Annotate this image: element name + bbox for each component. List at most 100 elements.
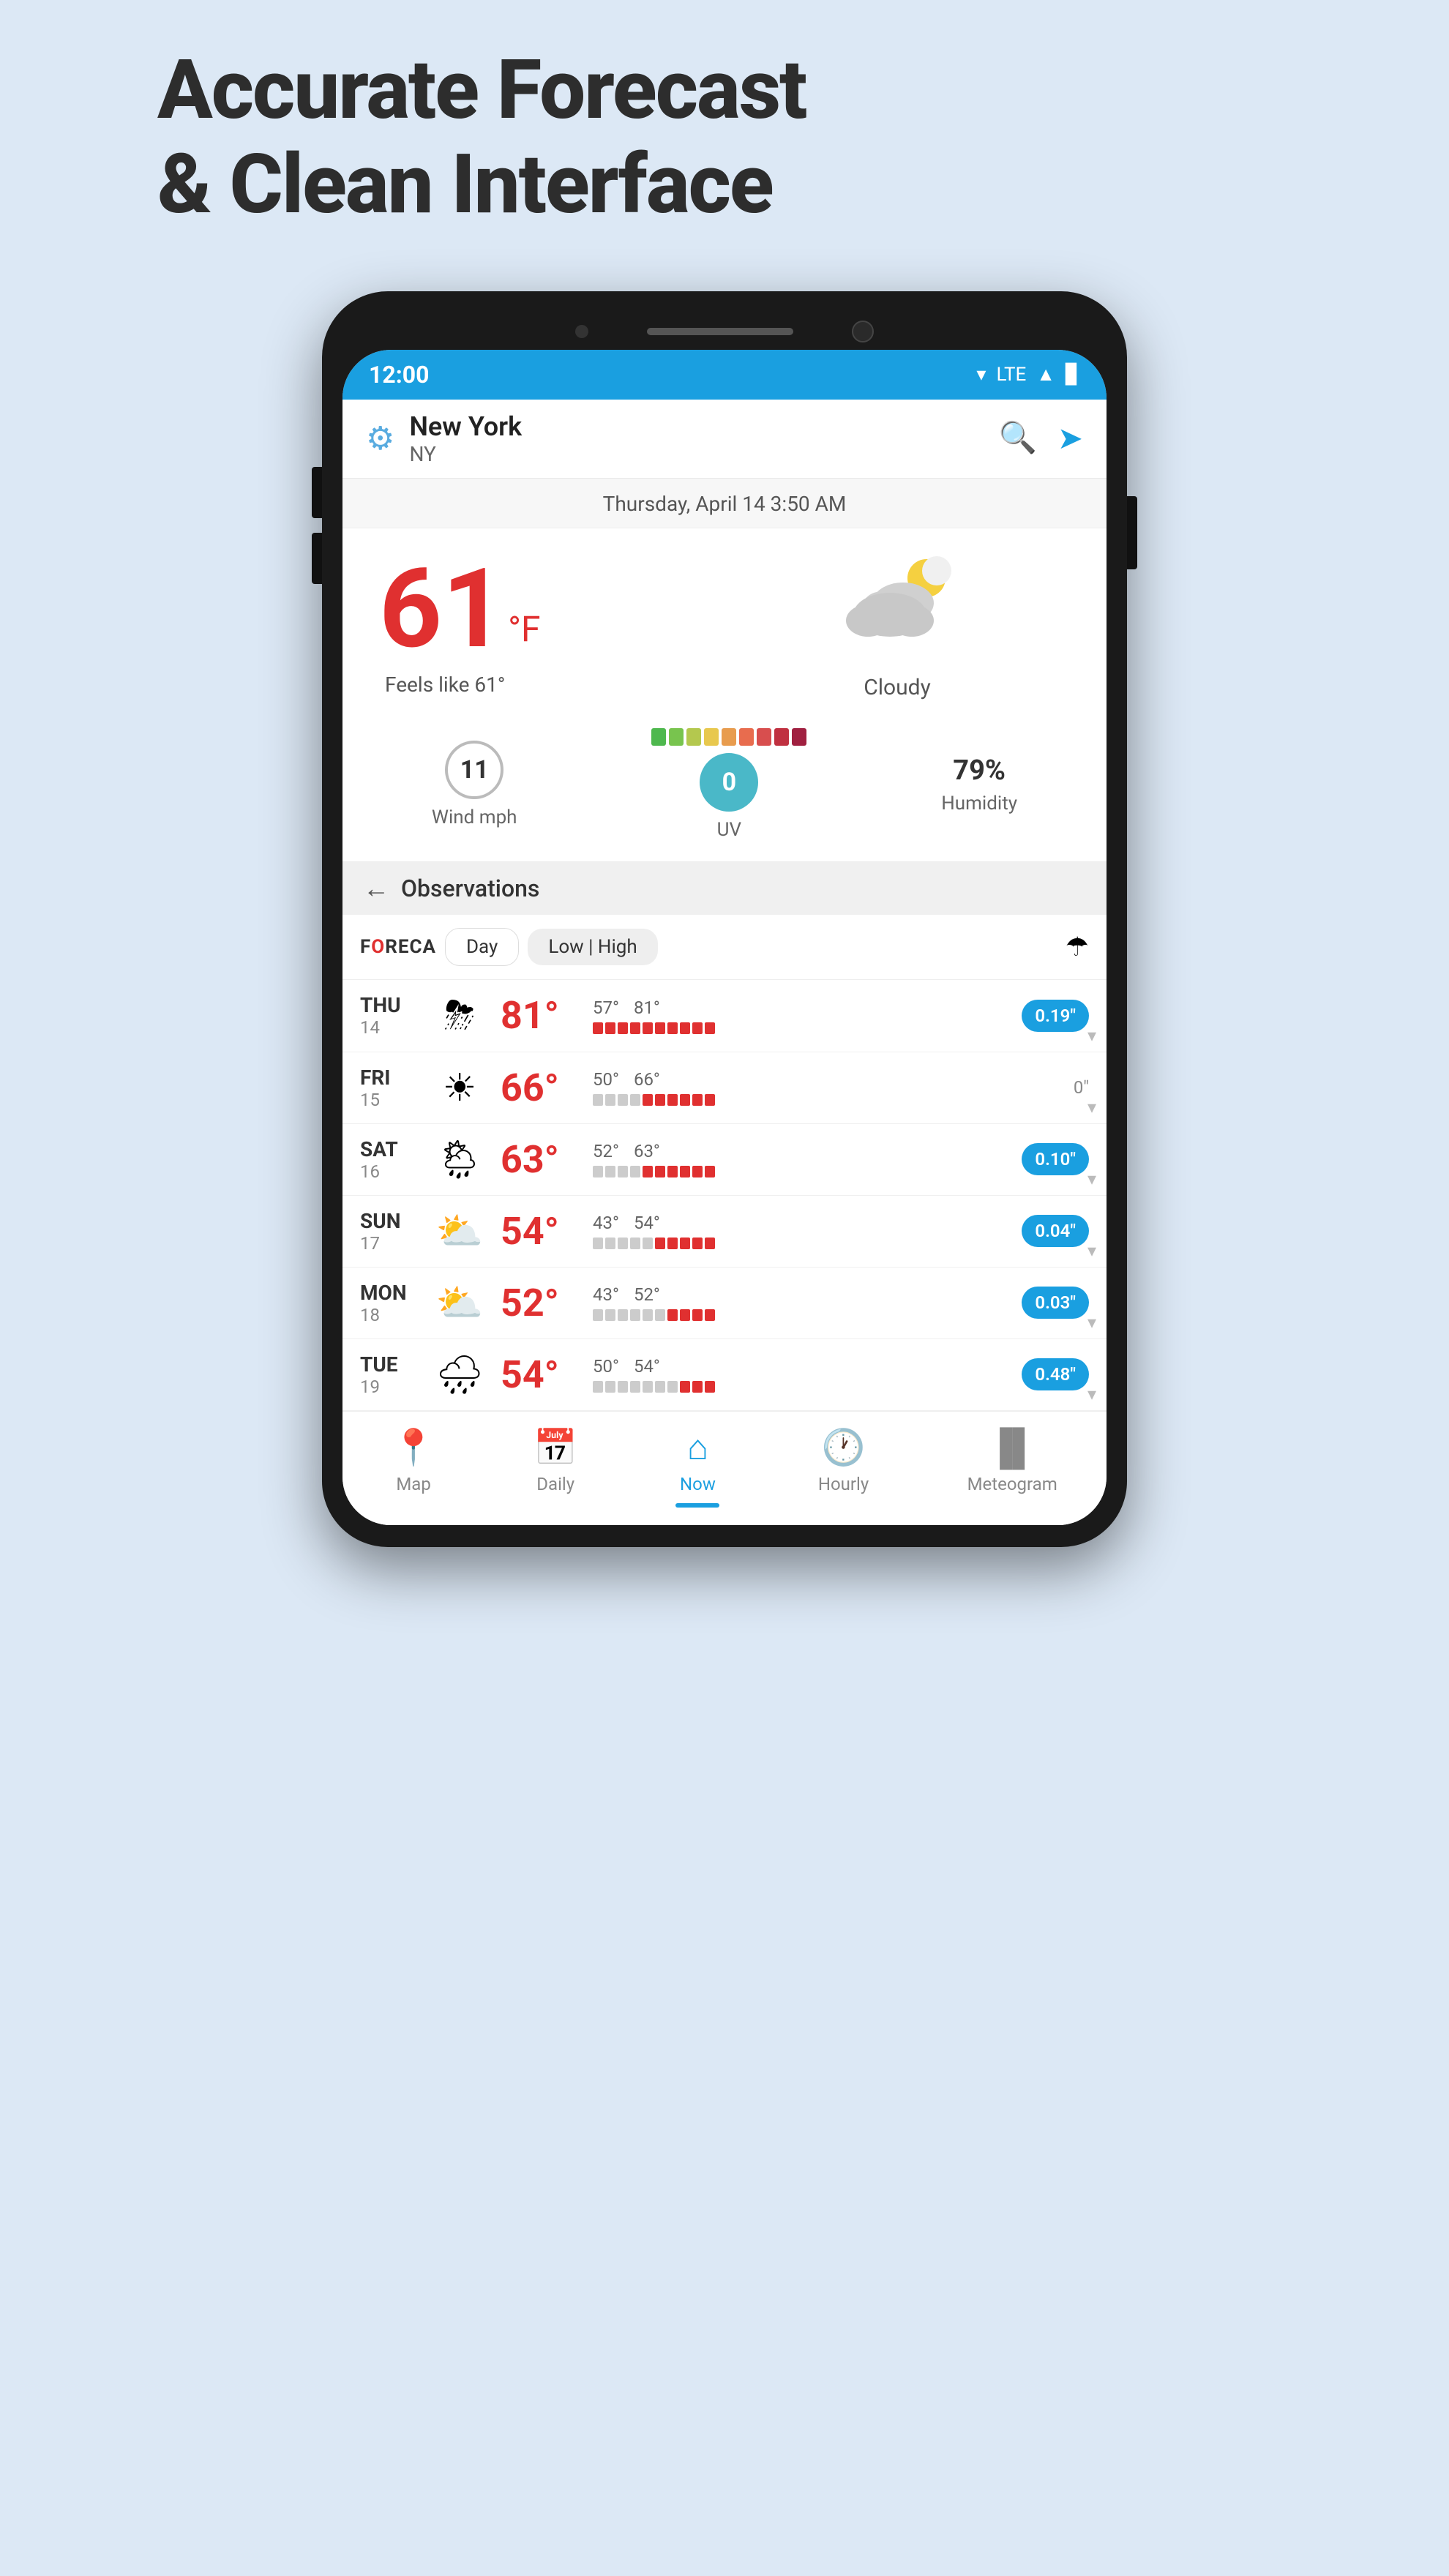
bar-segment-red [655,1166,665,1177]
bar-segment-gray [618,1381,628,1393]
location-info: New York NY [409,411,998,466]
bar-segment-red [618,1022,628,1034]
bar-segment-gray [630,1309,640,1321]
forecast-row[interactable]: THU14⛈81°57°81°0.19"▾ [342,980,1107,1052]
uv-bar [651,728,806,746]
bar-segment-red [667,1166,678,1177]
nav-item-meteogram[interactable]: ▐▌Meteogram [967,1426,1057,1508]
bar-segment-red [680,1238,690,1249]
bar-segment-gray [655,1381,665,1393]
nav-icon-map: 📍 [392,1426,435,1468]
day-number: 15 [360,1090,419,1110]
row-chevron-icon: ▾ [1087,1240,1096,1261]
nav-item-hourly[interactable]: 🕐Hourly [818,1426,869,1508]
tab-day[interactable]: Day [445,928,519,966]
forecast-row[interactable]: MON18⛅52°43°52°0.03"▾ [342,1268,1107,1339]
battery-icon: ▊ [1066,364,1080,386]
notch-speaker [647,328,793,335]
settings-icon[interactable]: ⚙ [366,419,394,457]
volume-buttons [312,467,322,584]
phone-device: 12:00 ▾ LTE ▲ ▊ ⚙ New York NY 🔍 ➤ [322,291,1127,1547]
forecast-row[interactable]: FRI15☀66°50°66°0"▾ [342,1052,1107,1124]
day-column: SUN17 [360,1209,419,1254]
bar-segment-red [605,1022,615,1034]
bar-segment-red [680,1381,690,1393]
observations-label: Observations [401,875,539,902]
bar-segment-red [630,1022,640,1034]
bar-segment-red [680,1309,690,1321]
row-chevron-icon: ▾ [1087,1384,1096,1404]
umbrella-icon: ☂ [1066,932,1089,962]
uv-segment [757,728,771,746]
low-temp: 43° [593,1213,619,1233]
wind-stat: 11 Wind mph [432,741,517,828]
day-name: SUN [360,1209,419,1233]
day-temperature: 54° [501,1209,581,1254]
temperature-display: 61°F [379,554,724,664]
bar-segment-red [692,1094,703,1106]
uv-segment [774,728,789,746]
temp-bar-section: 50°54° [593,1356,1010,1393]
lte-label: LTE [996,364,1026,386]
observations-bar[interactable]: ← Observations [342,862,1107,915]
bar-segment-gray [618,1094,628,1106]
top-bar: ⚙ New York NY 🔍 ➤ [342,400,1107,479]
feels-like: Feels like 61° [379,673,724,697]
uv-segment [704,728,719,746]
low-temp: 50° [593,1069,619,1090]
nav-item-daily[interactable]: 📅Daily [533,1426,577,1508]
precip-badge: 0.04" [1022,1215,1089,1247]
power-button[interactable] [1127,496,1137,569]
nav-item-map[interactable]: 📍Map [392,1426,435,1508]
bar-segment-gray [605,1094,615,1106]
temp-value: 61 [379,544,505,673]
search-icon[interactable]: 🔍 [999,420,1037,457]
city-name: New York [409,411,998,442]
uv-circle: 0 [700,753,758,812]
uv-value: 0 [722,768,737,797]
wind-label: Wind mph [432,806,517,828]
phone-notch [342,313,1107,350]
bar-segment-gray [618,1309,628,1321]
temp-bar-section: 50°66° [593,1069,1041,1106]
temperature-bar [593,1022,715,1034]
bar-segment-red [705,1094,715,1106]
bar-segment-red [667,1309,678,1321]
weather-description: Cloudy [724,675,1070,700]
wind-value: 11 [460,755,489,785]
forecast-row[interactable]: TUE19🌧54°50°54°0.48"▾ [342,1339,1107,1411]
weather-icon-small: ⛅ [430,1209,489,1254]
foreca-o: O [371,936,385,958]
low-temp: 52° [593,1141,619,1161]
low-temp: 50° [593,1356,619,1377]
nav-icon-meteogram: ▐▌ [987,1426,1037,1468]
bar-segment-red [692,1381,703,1393]
cloudy-night-icon [839,550,956,669]
bar-segment-red [705,1166,715,1177]
day-temperature: 52° [501,1281,581,1325]
tab-low-high[interactable]: Low | High [528,929,657,965]
stats-row: 11 Wind mph 0 UV 79% Humidity [342,715,1107,862]
bar-segment-red [705,1381,715,1393]
wind-circle: 11 [445,741,503,799]
back-arrow-icon[interactable]: ← [363,873,389,904]
precip-zero: 0" [1052,1077,1089,1098]
bar-segment-red [643,1166,653,1177]
nav-icon-hourly: 🕐 [822,1426,866,1468]
row-chevron-icon: ▾ [1087,1025,1096,1046]
status-time: 12:00 [369,361,429,389]
bar-segment-gray [593,1094,603,1106]
bar-segment-red [705,1238,715,1249]
forecast-row[interactable]: SAT16🌦63°52°63°0.10"▾ [342,1124,1107,1196]
temperature-bar [593,1381,715,1393]
bar-segment-gray [630,1166,640,1177]
bar-segment-red [680,1022,690,1034]
nav-item-now[interactable]: ⌂Now [675,1426,719,1508]
nav-active-indicator [675,1503,719,1508]
bar-segment-red [692,1238,703,1249]
vol-down-button[interactable] [312,533,322,584]
temperature-bar [593,1309,715,1321]
location-arrow-icon[interactable]: ➤ [1057,420,1083,457]
forecast-row[interactable]: SUN17⛅54°43°54°0.04"▾ [342,1196,1107,1268]
vol-up-button[interactable] [312,467,322,518]
